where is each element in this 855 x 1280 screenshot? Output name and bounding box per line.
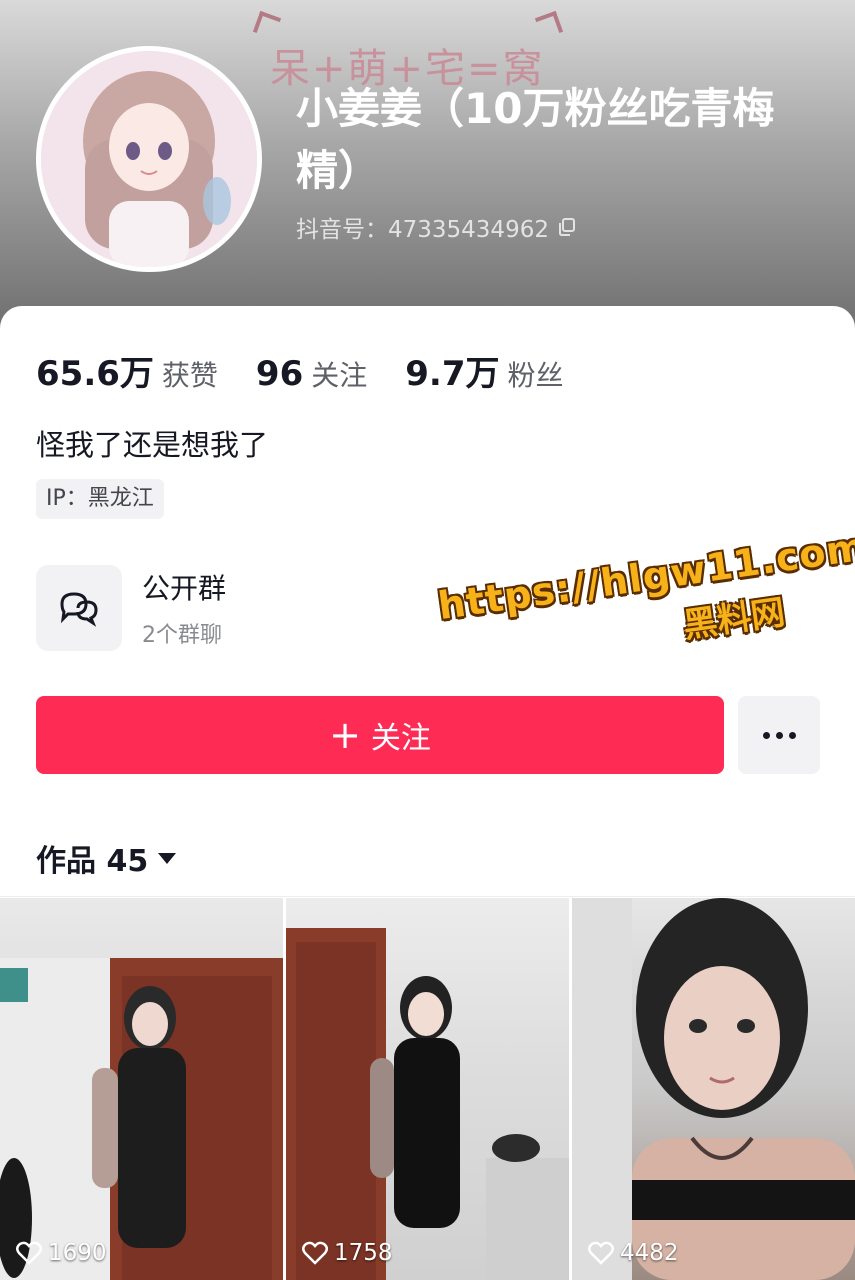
public-group-entry[interactable]: 公开群 2个群聊 (36, 564, 436, 652)
video-grid: 1690 1758 4482 (0, 898, 855, 1280)
video-thumbnail-image (0, 958, 283, 1280)
video-thumbnail-image (572, 898, 855, 1280)
likes-badge: 4482 (588, 1240, 679, 1266)
copy-icon[interactable] (557, 217, 577, 237)
video-thumbnail[interactable]: 4482 (572, 898, 855, 1280)
followers-label: 粉丝 (507, 359, 564, 392)
anime-girl-avatar-illustration (41, 51, 257, 267)
bio-text: 怪我了还是想我了 (36, 428, 269, 462)
likes-badge: 1690 (16, 1240, 107, 1266)
works-tab-label: 作品 45 (36, 844, 149, 879)
more-dot-icon (788, 731, 796, 739)
divider (0, 896, 855, 897)
follow-button-label: 关注 (370, 721, 431, 756)
followers-count[interactable]: 9.7万 (405, 346, 499, 395)
watermark: https://hlgw11.com 黑料网 (435, 524, 855, 680)
group-chat-icon (60, 592, 98, 627)
group-chat-icon-box (36, 565, 122, 651)
profile-card: 65.6万 获赞 96 关注 9.7万 粉丝 怪我了还是想我了 IP：黑龙江 公… (0, 306, 855, 1280)
profile-stats: 65.6万 获赞 96 关注 9.7万 粉丝 (36, 346, 602, 395)
heart-icon (16, 1241, 42, 1265)
ip-location-tag: IP：黑龙江 (36, 479, 164, 519)
heart-icon (588, 1241, 614, 1265)
more-options-button[interactable] (738, 696, 820, 774)
profile-header: 呆+萌+宅=窝 小姜姜（10万粉丝吃青梅精） 抖音号：47335434962 (0, 0, 855, 330)
likes-badge: 1758 (302, 1240, 393, 1266)
more-dot-icon (762, 731, 770, 739)
likes-count: 1758 (334, 1240, 393, 1266)
group-subtitle: 2个群聊 (142, 623, 222, 648)
more-dot-icon (775, 731, 783, 739)
likes-count[interactable]: 65.6万 (36, 346, 154, 395)
follow-button[interactable]: + 关注 (36, 696, 724, 774)
avatar[interactable] (36, 46, 262, 272)
douyin-id-text: 抖音号：47335434962 (296, 217, 549, 243)
likes-count: 4482 (620, 1240, 679, 1266)
cat-ear-left-decoration (252, 10, 282, 40)
following-label: 关注 (311, 359, 368, 392)
nickname: 小姜姜（10万粉丝吃青梅精） (296, 84, 775, 195)
douyin-id[interactable]: 抖音号：47335434962 (296, 210, 577, 244)
cat-ear-right-decoration (534, 10, 564, 40)
likes-label: 获赞 (161, 359, 218, 392)
following-count[interactable]: 96 (256, 354, 303, 394)
works-tab[interactable]: 作品 45 (36, 836, 177, 880)
caret-down-icon (158, 852, 177, 864)
video-thumbnail[interactable]: 1690 (0, 898, 283, 1280)
plus-icon: + (329, 713, 361, 757)
heart-icon (302, 1241, 328, 1265)
video-thumbnail[interactable]: 1758 (286, 898, 569, 1280)
group-title: 公开群 (142, 572, 227, 605)
likes-count: 1690 (48, 1240, 107, 1266)
video-thumbnail-image (286, 928, 569, 1280)
